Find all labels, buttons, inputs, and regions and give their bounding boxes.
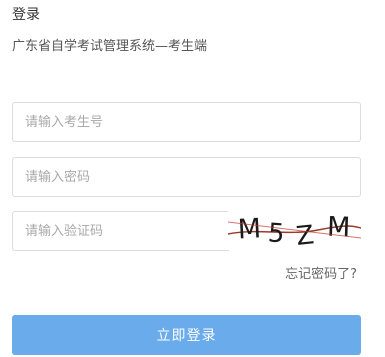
captcha-graphic: M 5 Z M [228, 212, 361, 250]
password-input[interactable] [13, 158, 360, 196]
password-field [12, 157, 361, 197]
username-field [12, 102, 361, 142]
system-subtitle: 广东省自学考试管理系统—考生端 [12, 39, 208, 54]
captcha-field [12, 211, 229, 251]
forgot-password-link[interactable]: 忘记密码了? [285, 266, 357, 284]
login-button[interactable]: 立即登录 [12, 315, 361, 355]
username-input[interactable] [13, 103, 360, 141]
login-page: 登录 广东省自学考试管理系统—考生端 M 5 Z M 忘记密码了? 立即登录 [0, 0, 385, 357]
captcha-char-4: M [327, 212, 351, 244]
captcha-char-3: Z [295, 220, 316, 250]
captcha-input[interactable] [13, 212, 229, 250]
page-title: 登录 [12, 7, 40, 23]
captcha-char-1: M [237, 213, 262, 245]
captcha-char-2: 5 [267, 218, 286, 249]
captcha-image[interactable]: M 5 Z M [228, 208, 361, 250]
